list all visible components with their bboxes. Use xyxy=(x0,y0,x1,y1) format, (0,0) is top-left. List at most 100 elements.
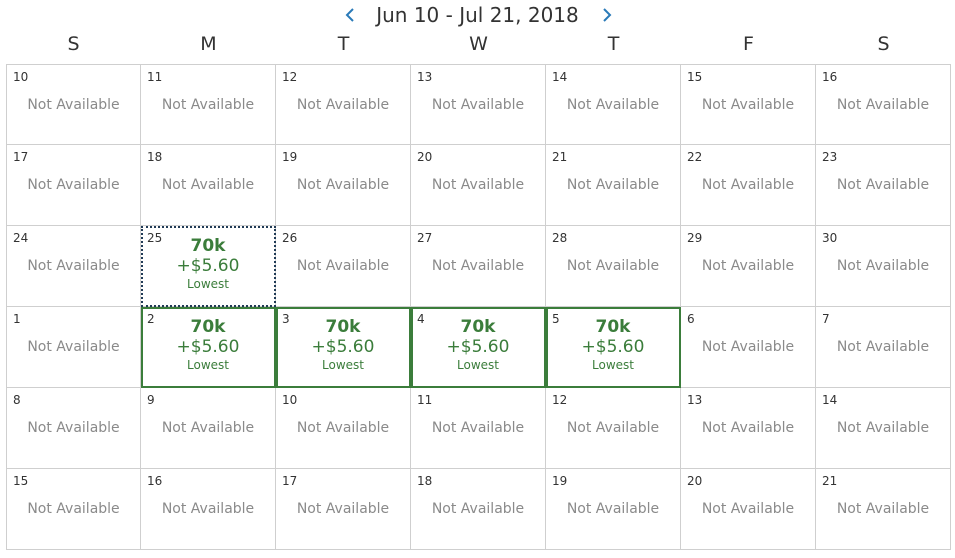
calendar-day-cell: 7 Not Available xyxy=(816,307,951,388)
day-number: 21 xyxy=(822,474,838,488)
not-available-label: Not Available xyxy=(161,501,255,517)
not-available-label: Not Available xyxy=(566,501,660,517)
day-number: 29 xyxy=(687,231,703,245)
fare-label: Lowest xyxy=(187,277,229,291)
day-number: 18 xyxy=(417,474,433,488)
calendar-day-cell[interactable]: 25 70k +$5.60 Lowest xyxy=(141,226,276,307)
not-available-label: Not Available xyxy=(836,501,930,517)
fare-label: Lowest xyxy=(457,358,499,372)
not-available-label: Not Available xyxy=(836,177,930,193)
weekday-sunday: S xyxy=(67,33,80,55)
day-number: 6 xyxy=(687,312,695,326)
not-available-label: Not Available xyxy=(701,501,795,517)
day-number: 13 xyxy=(687,393,703,407)
calendar-day-cell: 16 Not Available xyxy=(816,64,951,145)
day-number: 10 xyxy=(282,393,298,407)
day-number: 16 xyxy=(147,474,163,488)
calendar-day-cell: 17 Not Available xyxy=(276,469,411,550)
day-number: 15 xyxy=(687,70,703,84)
calendar-day-cell: 17 Not Available xyxy=(6,145,141,226)
calendar-day-cell: 23 Not Available xyxy=(816,145,951,226)
not-available-label: Not Available xyxy=(566,420,660,436)
previous-range-button[interactable] xyxy=(338,2,362,28)
not-available-label: Not Available xyxy=(431,420,525,436)
not-available-label: Not Available xyxy=(431,97,525,113)
day-number: 18 xyxy=(147,150,163,164)
day-number: 20 xyxy=(417,150,433,164)
fare-taxes: +$5.60 xyxy=(176,337,240,357)
day-number: 8 xyxy=(13,393,21,407)
not-available-label: Not Available xyxy=(701,258,795,274)
calendar-day-cell: 21 Not Available xyxy=(816,469,951,550)
not-available-label: Not Available xyxy=(161,97,255,113)
not-available-label: Not Available xyxy=(27,501,120,517)
calendar-day-cell: 16 Not Available xyxy=(141,469,276,550)
calendar-day-cell: 12 Not Available xyxy=(276,64,411,145)
chevron-right-icon xyxy=(603,8,612,22)
calendar-day-cell: 12 Not Available xyxy=(546,388,681,469)
day-number: 21 xyxy=(552,150,568,164)
calendar-day-cell[interactable]: 3 70k +$5.60 Lowest xyxy=(276,307,411,388)
not-available-label: Not Available xyxy=(836,97,930,113)
not-available-label: Not Available xyxy=(566,177,660,193)
weekday-friday: F xyxy=(743,33,754,55)
not-available-label: Not Available xyxy=(836,420,930,436)
calendar-day-cell: 6 Not Available xyxy=(681,307,816,388)
fare-info: 70k +$5.60 Lowest xyxy=(411,317,545,372)
day-number: 26 xyxy=(282,231,298,245)
calendar-day-cell[interactable]: 4 70k +$5.60 Lowest xyxy=(411,307,546,388)
not-available-label: Not Available xyxy=(431,501,525,517)
day-number: 1 xyxy=(13,312,21,326)
calendar-day-cell: 13 Not Available xyxy=(411,64,546,145)
fare-label: Lowest xyxy=(322,358,364,372)
calendar-day-cell: 21 Not Available xyxy=(546,145,681,226)
day-number: 14 xyxy=(822,393,838,407)
day-number: 16 xyxy=(822,70,838,84)
day-number: 9 xyxy=(147,393,155,407)
calendar-header: Jun 10 - Jul 21, 2018 xyxy=(0,0,955,32)
not-available-label: Not Available xyxy=(701,177,795,193)
date-range-title: Jun 10 - Jul 21, 2018 xyxy=(376,3,579,27)
not-available-label: Not Available xyxy=(296,258,390,274)
day-number: 10 xyxy=(13,70,29,84)
fare-label: Lowest xyxy=(187,358,229,372)
calendar-day-cell: 11 Not Available xyxy=(411,388,546,469)
not-available-label: Not Available xyxy=(296,501,390,517)
calendar-day-cell: 20 Not Available xyxy=(681,469,816,550)
calendar-day-cell: 28 Not Available xyxy=(546,226,681,307)
day-number: 30 xyxy=(822,231,838,245)
weekday-monday: M xyxy=(200,33,217,55)
fare-info: 70k +$5.60 Lowest xyxy=(141,236,275,291)
not-available-label: Not Available xyxy=(836,339,930,355)
calendar-day-cell: 19 Not Available xyxy=(276,145,411,226)
not-available-label: Not Available xyxy=(701,339,795,355)
not-available-label: Not Available xyxy=(566,97,660,113)
calendar-day-cell[interactable]: 5 70k +$5.60 Lowest xyxy=(546,307,681,388)
calendar-day-cell[interactable]: 2 70k +$5.60 Lowest xyxy=(141,307,276,388)
calendar-day-cell: 10 Not Available xyxy=(276,388,411,469)
day-number: 27 xyxy=(417,231,433,245)
day-number: 19 xyxy=(552,474,568,488)
day-number: 24 xyxy=(13,231,29,245)
not-available-label: Not Available xyxy=(161,177,255,193)
calendar-day-cell: 15 Not Available xyxy=(681,64,816,145)
day-number: 11 xyxy=(147,70,163,84)
fare-points: 70k xyxy=(190,317,226,337)
not-available-label: Not Available xyxy=(296,420,390,436)
calendar-day-cell: 10 Not Available xyxy=(6,64,141,145)
calendar-day-cell: 11 Not Available xyxy=(141,64,276,145)
calendar-day-cell: 29 Not Available xyxy=(681,226,816,307)
next-range-button[interactable] xyxy=(595,2,619,28)
not-available-label: Not Available xyxy=(431,177,525,193)
day-number: 15 xyxy=(13,474,29,488)
not-available-label: Not Available xyxy=(566,258,660,274)
not-available-label: Not Available xyxy=(701,420,795,436)
fare-info: 70k +$5.60 Lowest xyxy=(141,317,275,372)
weekday-wednesday: W xyxy=(469,33,488,55)
day-number: 17 xyxy=(282,474,298,488)
not-available-label: Not Available xyxy=(296,177,390,193)
weekday-tuesday: T xyxy=(337,33,350,55)
fare-taxes: +$5.60 xyxy=(176,256,240,276)
not-available-label: Not Available xyxy=(27,339,120,355)
fare-taxes: +$5.60 xyxy=(581,337,645,357)
